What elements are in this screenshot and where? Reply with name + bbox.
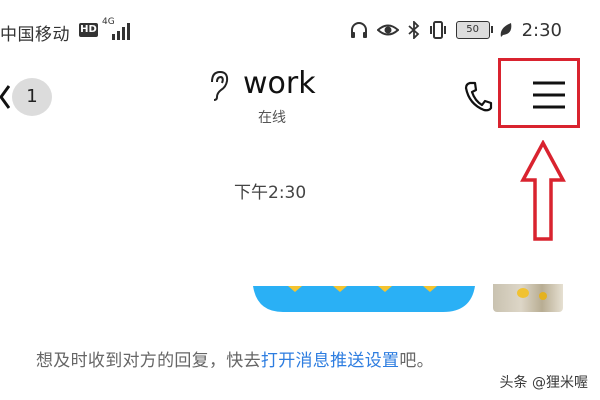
clock-label: 2:30	[521, 19, 562, 41]
battery-icon: 50	[455, 21, 493, 39]
watermark: 头条 @狸米喔	[499, 375, 588, 391]
headphones-icon	[350, 22, 367, 38]
notice-suffix: 吧。	[399, 351, 434, 371]
carrier-label: 中国移动	[0, 25, 70, 45]
leaf-icon	[500, 23, 511, 37]
back-chevron-icon[interactable]	[0, 78, 10, 116]
push-settings-link[interactable]: 打开消息推送设置	[261, 351, 399, 371]
up-arrow-icon	[520, 140, 566, 241]
eye-icon	[376, 24, 399, 36]
hd-icon: HD	[79, 23, 98, 37]
vibrate-icon	[429, 21, 446, 39]
online-status: 在线	[258, 110, 286, 126]
menu-icon[interactable]	[531, 80, 567, 110]
status-bar: 中国移动 HD 4G 50 2:30	[0, 0, 600, 60]
photo-thumbnail[interactable]	[493, 284, 563, 312]
phone-icon[interactable]	[463, 80, 493, 112]
chat-title: work	[243, 66, 316, 101]
ear-icon	[211, 70, 229, 101]
unread-count-badge[interactable]: 1	[12, 78, 52, 116]
banner-image[interactable]	[253, 286, 475, 312]
notice-text: 想及时收到对方的回复，快去	[36, 351, 261, 371]
push-notice: 想及时收到对方的回复，快去打开消息推送设置吧。	[36, 346, 434, 371]
message-timestamp: 下午2:30	[234, 183, 307, 203]
signal-icon	[112, 23, 130, 40]
status-icons: 50 2:30	[350, 18, 562, 42]
bluetooth-icon	[407, 21, 419, 39]
